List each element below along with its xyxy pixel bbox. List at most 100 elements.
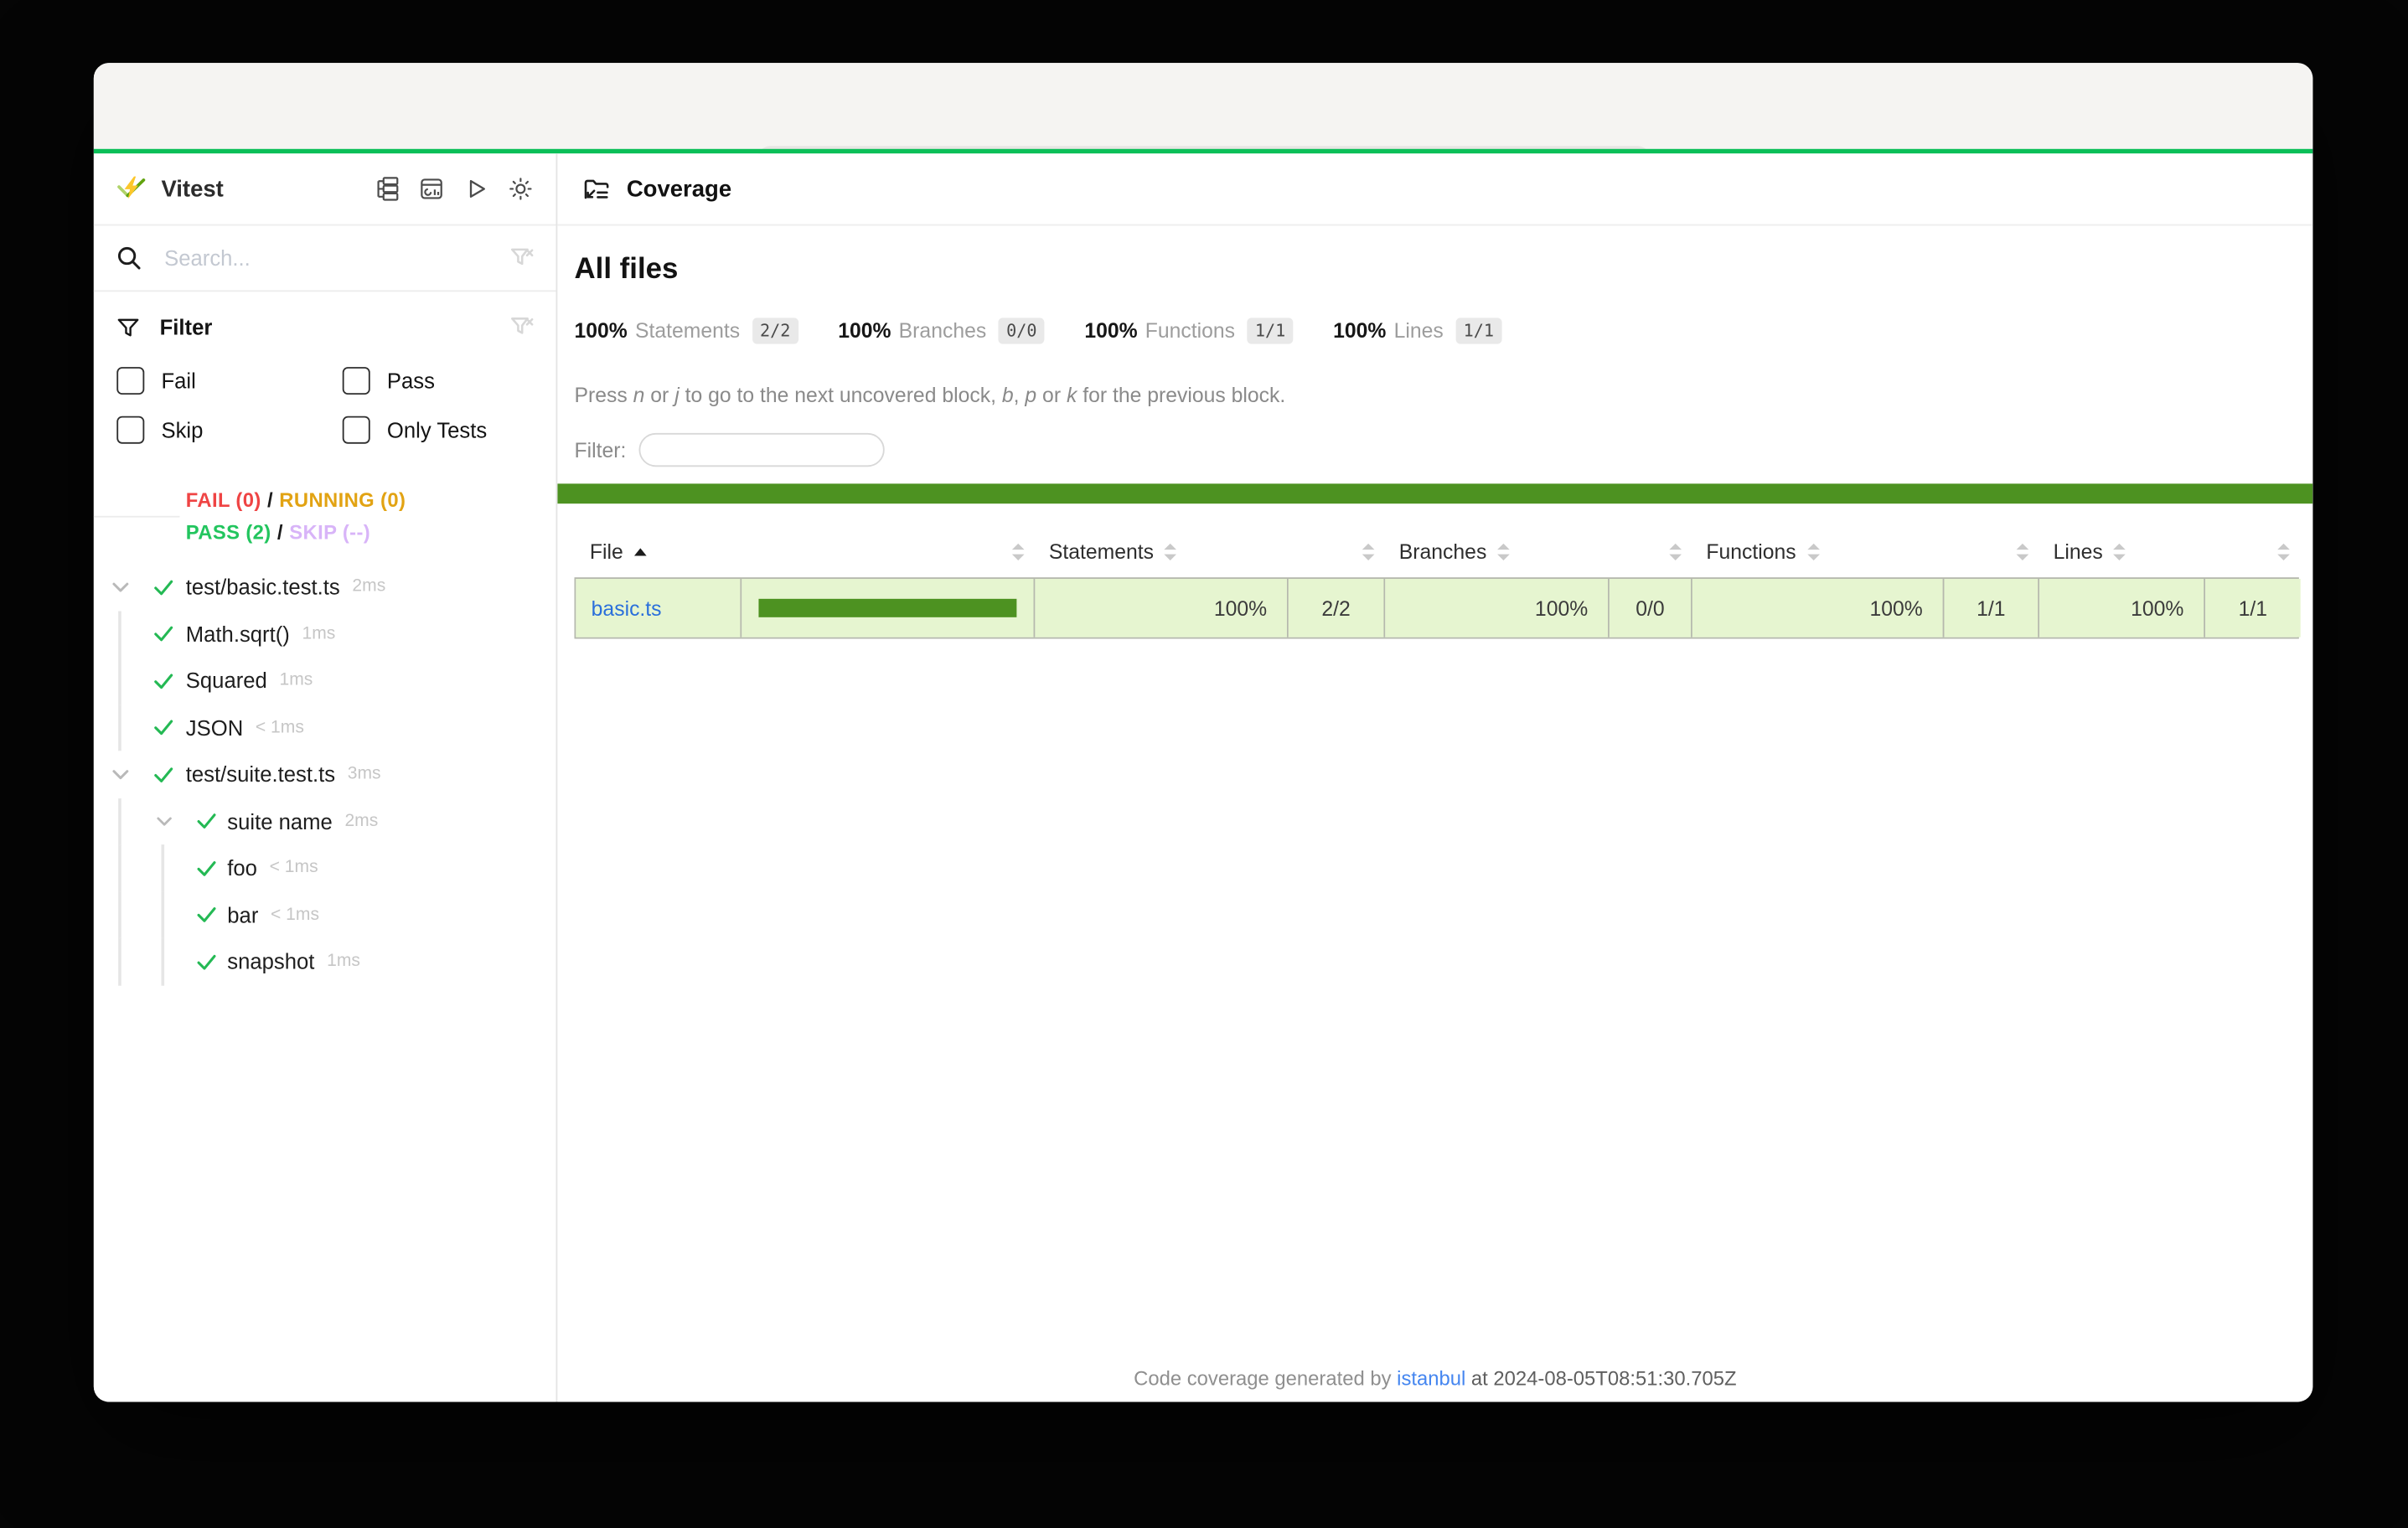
search-icon <box>116 245 141 270</box>
test-name: snapshot <box>227 949 314 973</box>
checkbox-only-tests[interactable]: Only Tests <box>343 416 535 444</box>
coverage-report: All files 100% Statements 2/2 100% Branc… <box>557 225 2312 1402</box>
sort-icon <box>2277 544 2290 560</box>
coverage-icon <box>582 174 612 204</box>
functions-pct-cell: 100% <box>1692 579 1945 638</box>
sidebar-header: Vitest <box>94 153 556 225</box>
stat-label: Lines <box>1394 319 1444 342</box>
tree-row-test[interactable]: foo < 1ms <box>94 844 556 891</box>
coverage-filter-input[interactable] <box>638 433 884 467</box>
column-header-branches-frac[interactable] <box>1608 527 1691 577</box>
coverage-table-row: basic.ts 100% 2/2 100% 0/0 100% 1/1 100% <box>575 577 2299 638</box>
dashboard-view-button[interactable] <box>418 175 446 203</box>
column-header-lines[interactable]: Lines <box>2038 527 2204 577</box>
stat-branches: 100% Branches 0/0 <box>838 317 1044 343</box>
checkbox-box[interactable] <box>343 416 370 444</box>
column-header-statements[interactable]: Statements <box>1034 527 1287 577</box>
filter-options: Fail Pass Skip Only Tests <box>116 367 535 444</box>
stat-label: Statements <box>635 319 740 342</box>
checkbox-pass[interactable]: Pass <box>343 367 535 395</box>
summary-line-1: FAIL (0)/RUNNING (0) <box>186 483 556 515</box>
file-cell: basic.ts <box>576 579 742 638</box>
clear-search-filter-icon[interactable] <box>510 245 535 270</box>
column-header-branches[interactable]: Branches <box>1383 527 1608 577</box>
tree-row-file[interactable]: test/basic.test.ts 2ms <box>94 564 556 611</box>
tree-guide-line <box>118 611 121 658</box>
expand-chevron-icon[interactable] <box>155 812 173 830</box>
checkbox-skip[interactable]: Skip <box>116 416 342 444</box>
tree-guide-line <box>118 891 121 938</box>
tree-row-test[interactable]: snapshot 1ms <box>94 938 556 985</box>
tree-guide-line <box>118 844 121 891</box>
search-input[interactable] <box>161 244 509 271</box>
expand-chevron-icon[interactable] <box>111 577 131 597</box>
tree-row-suite[interactable]: suite name 2ms <box>94 798 556 844</box>
pass-check-icon <box>195 903 218 926</box>
checkbox-fail[interactable]: Fail <box>116 367 342 395</box>
summary-separator: / <box>267 488 273 511</box>
tree-row-test[interactable]: Squared 1ms <box>94 657 556 704</box>
test-duration: 1ms <box>302 625 336 643</box>
stat-percent: 100% <box>1333 319 1386 342</box>
stat-fraction-badge: 1/1 <box>1455 317 1501 343</box>
coverage-bar <box>758 599 1016 617</box>
coverage-table: File Statements <box>575 527 2299 639</box>
run-summary: FAIL (0)/RUNNING (0) PASS (2)/SKIP (--) <box>94 474 556 557</box>
coverage-keyline-bar <box>557 483 2312 503</box>
column-header-file[interactable]: File <box>575 527 741 577</box>
checkbox-box[interactable] <box>116 416 144 444</box>
screen: localhost:51204/__vitest__/#/ <box>0 0 2408 1528</box>
lines-frac-cell: 1/1 <box>2205 579 2301 638</box>
column-header-statements-frac[interactable] <box>1287 527 1383 577</box>
column-header-functions[interactable]: Functions <box>1691 527 1943 577</box>
tree-row-test[interactable]: bar < 1ms <box>94 891 556 938</box>
tree-guide-line <box>161 938 163 985</box>
tree-row-test[interactable]: Math.sqrt() 1ms <box>94 611 556 658</box>
status-fail: FAIL (0) <box>186 488 261 511</box>
vitest-ui: Vitest <box>94 153 2313 1402</box>
tests-view-button[interactable] <box>373 175 400 203</box>
test-duration: 2ms <box>344 812 378 830</box>
tree-row-test[interactable]: JSON < 1ms <box>94 704 556 751</box>
coverage-table-header: File Statements <box>575 527 2299 577</box>
sort-asc-icon <box>634 548 647 555</box>
stat-statements: 100% Statements 2/2 <box>575 317 798 343</box>
footer-prefix: Code coverage generated by <box>1134 1366 1397 1389</box>
sort-icon <box>1806 544 1819 560</box>
stat-percent: 100% <box>1084 319 1137 342</box>
checkbox-label: Fail <box>161 369 195 393</box>
pass-check-icon <box>152 716 174 739</box>
test-duration: < 1ms <box>256 718 304 736</box>
test-name: Squared <box>186 668 267 693</box>
column-header-bar-sort[interactable] <box>740 527 1033 577</box>
tree-guide-line <box>118 798 121 844</box>
checkbox-box[interactable] <box>116 367 144 395</box>
browser-toolbar: localhost:51204/__vitest__/#/ <box>94 63 2313 149</box>
lines-pct-cell: 100% <box>2039 579 2205 638</box>
column-header-lines-frac[interactable] <box>2204 527 2299 577</box>
sort-icon <box>2114 544 2126 560</box>
sort-icon <box>1669 544 1682 560</box>
checkbox-box[interactable] <box>343 367 370 395</box>
theme-toggle-button[interactable] <box>507 175 535 203</box>
clear-filters-icon[interactable] <box>510 315 535 339</box>
run-all-button[interactable] <box>462 175 490 203</box>
status-pass: PASS (2) <box>186 520 271 543</box>
column-header-functions-frac[interactable] <box>1943 527 2039 577</box>
test-name: bar <box>227 902 258 927</box>
stat-fraction-badge: 0/0 <box>999 317 1045 343</box>
checkbox-label: Only Tests <box>387 418 487 442</box>
stat-percent: 100% <box>575 319 628 342</box>
istanbul-link[interactable]: istanbul <box>1397 1366 1465 1389</box>
coverage-panel: Coverage All files 100% Statements 2/2 1… <box>557 153 2312 1402</box>
file-link[interactable]: basic.ts <box>592 596 662 619</box>
sort-icon <box>1165 544 1177 560</box>
stat-functions: 100% Functions 1/1 <box>1084 317 1293 343</box>
coverage-bar-cell <box>742 579 1035 638</box>
sidebar-toolbar <box>373 175 534 203</box>
test-duration: 1ms <box>279 671 313 689</box>
tree-row-file[interactable]: test/suite.test.ts 3ms <box>94 751 556 798</box>
pass-check-icon <box>152 669 174 692</box>
pass-check-icon <box>152 622 174 645</box>
expand-chevron-icon[interactable] <box>111 764 131 784</box>
